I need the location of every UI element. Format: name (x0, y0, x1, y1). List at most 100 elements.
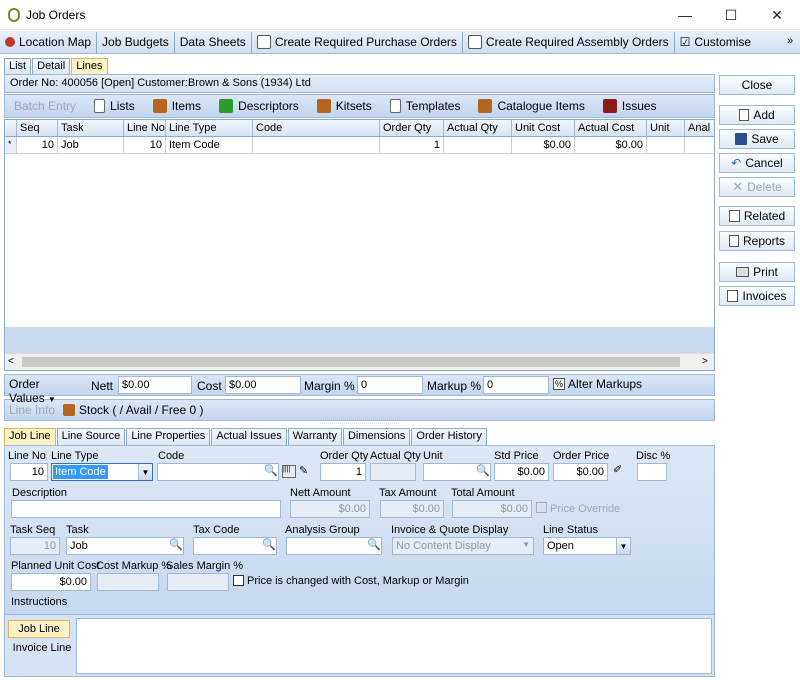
lookup-icon[interactable]: 🔍 (264, 464, 278, 477)
view-tabs: List Detail Lines (4, 57, 715, 74)
col-unit-cost[interactable]: Unit Cost (512, 120, 575, 136)
col-seq[interactable]: Seq (17, 120, 58, 136)
col-actual-cost[interactable]: Actual Cost (575, 120, 647, 136)
scroll-left-icon[interactable]: < (8, 356, 14, 367)
maximize-icon[interactable]: ☐ (708, 0, 754, 30)
alter-markups-button[interactable]: % Alter Markups (553, 377, 642, 391)
analysis-lookup-icon[interactable]: 🔍 (367, 538, 381, 551)
task-field[interactable]: Job (66, 537, 184, 555)
cell-line-type[interactable]: Item Code (166, 137, 253, 153)
price-override-checkbox[interactable] (536, 502, 547, 513)
line-status-select[interactable]: Open ▼ (543, 537, 631, 555)
nett-field[interactable]: $0.00 (118, 376, 192, 394)
create-po-button[interactable]: Create Required Purchase Orders (252, 31, 463, 53)
tab-detail[interactable]: Detail (32, 58, 71, 74)
edit-icon[interactable]: ✎ (299, 464, 308, 477)
disc-field[interactable] (637, 463, 667, 481)
invoice-display-select[interactable]: No Content Display ▼ (392, 537, 534, 555)
line-info-button[interactable]: Line Info (9, 403, 55, 417)
stock-button[interactable]: Stock ( / Avail / Free 0 ) (63, 403, 204, 417)
cell-code[interactable] (253, 137, 380, 153)
instr-tab-job-line[interactable]: Job Line (8, 620, 70, 638)
invoices-button[interactable]: Invoices (719, 286, 795, 306)
planned-unit-cost-field[interactable]: $0.00 (11, 573, 91, 591)
scroll-thumb[interactable] (22, 357, 680, 367)
save-button[interactable]: Save (719, 129, 795, 149)
templates-button[interactable]: Templates (381, 99, 470, 113)
task-lookup-icon[interactable]: 🔍 (169, 538, 183, 551)
col-task[interactable]: Task (58, 120, 124, 136)
line-no-field[interactable]: 10 (10, 463, 48, 481)
create-ao-button[interactable]: Create Required Assembly Orders (463, 31, 675, 53)
cell-anal[interactable] (685, 137, 710, 153)
col-actual-qty[interactable]: Actual Qty (444, 120, 512, 136)
related-button[interactable]: Related (719, 206, 795, 226)
kitsets-button[interactable]: Kitsets (308, 99, 381, 113)
minimize-icon[interactable]: — (662, 0, 708, 30)
col-anal[interactable]: Anal (685, 120, 710, 136)
data-sheets-button[interactable]: Data Sheets (175, 31, 252, 53)
cancel-button[interactable]: ↶ Cancel (719, 153, 795, 173)
cell-actual-cost[interactable]: $0.00 (575, 137, 647, 153)
code-field[interactable] (157, 463, 279, 481)
tab-list[interactable]: List (4, 58, 32, 74)
print-button[interactable]: Print (719, 262, 795, 282)
std-price-field[interactable]: $0.00 (494, 463, 549, 481)
instr-tab-invoice-line[interactable]: Invoice Line (8, 640, 76, 658)
tab-job-line[interactable]: Job Line (4, 428, 56, 445)
margin-field[interactable]: 0 (357, 376, 423, 394)
tab-dimensions[interactable]: Dimensions (342, 428, 411, 445)
tax-code-lookup-icon[interactable]: 🔍 (262, 538, 276, 551)
lists-button[interactable]: Lists (85, 99, 144, 113)
cell-actual-qty[interactable] (444, 137, 512, 153)
scroll-right-icon[interactable]: > (702, 356, 708, 367)
col-code[interactable]: Code (253, 120, 380, 136)
job-budgets-button[interactable]: Job Budgets (97, 31, 175, 53)
reports-button[interactable]: Reports (719, 231, 795, 251)
cell-line-no[interactable]: 10 (124, 137, 166, 153)
table-row[interactable]: * 10 Job 10 Item Code 1 $0.00 $0.00 (5, 137, 714, 154)
tab-line-properties[interactable]: Line Properties (126, 428, 211, 445)
close-button[interactable]: Close (719, 75, 795, 95)
tab-actual-issues[interactable]: Actual Issues (211, 428, 287, 445)
delete-button[interactable]: ✕ Delete (719, 177, 795, 197)
markup-field[interactable]: 0 (483, 376, 549, 394)
order-price-label: Order Price (553, 450, 610, 462)
batch-entry-button[interactable]: Batch Entry (5, 99, 85, 113)
cell-unit[interactable] (647, 137, 685, 153)
description-field[interactable] (11, 500, 281, 518)
items-button[interactable]: Items (144, 99, 210, 113)
tab-order-history[interactable]: Order History (411, 428, 487, 445)
price-changed-checkbox[interactable] (233, 575, 244, 586)
close-window-icon[interactable]: ✕ (754, 0, 800, 30)
price-calc-icon[interactable]: ✐ (613, 463, 631, 479)
tab-lines[interactable]: Lines (71, 58, 108, 74)
tab-warranty[interactable]: Warranty (287, 428, 342, 445)
order-values-select[interactable]: Order Values ▼ (6, 376, 86, 405)
order-price-field[interactable]: $0.00 (553, 463, 608, 481)
order-qty-field[interactable]: 1 (320, 463, 366, 481)
overflow-chevron-icon[interactable]: » (787, 35, 793, 47)
cell-order-qty[interactable]: 1 (380, 137, 444, 153)
col-unit[interactable]: Unit (647, 120, 685, 136)
cell-unit-cost[interactable]: $0.00 (512, 137, 575, 153)
col-line-type[interactable]: Line Type (166, 120, 253, 136)
add-button[interactable]: Add (719, 105, 795, 125)
issues-button[interactable]: Issues (594, 99, 666, 113)
catalogue-items-button[interactable]: Catalogue Items (469, 99, 593, 113)
descriptors-button[interactable]: Descriptors (210, 99, 308, 113)
cell-task[interactable]: Job (58, 137, 124, 153)
customise-button[interactable]: ☑ Customise (675, 32, 756, 53)
horizontal-scrollbar[interactable]: < > (5, 353, 714, 370)
cell-seq[interactable]: 10 (17, 137, 58, 153)
barcode-icon[interactable]: |||| (282, 465, 296, 478)
cost-field[interactable]: $0.00 (225, 376, 301, 394)
location-map-button[interactable]: Location Map (0, 31, 98, 53)
instructions-textarea[interactable] (76, 618, 712, 674)
col-line-no[interactable]: Line No (124, 120, 166, 136)
unit-lookup-icon[interactable]: 🔍 (476, 464, 490, 477)
unit-label: Unit (423, 450, 443, 462)
tab-line-source[interactable]: Line Source (56, 428, 126, 445)
line-type-select[interactable]: Item Code ▼ (51, 463, 153, 481)
col-order-qty[interactable]: Order Qty (380, 120, 444, 136)
